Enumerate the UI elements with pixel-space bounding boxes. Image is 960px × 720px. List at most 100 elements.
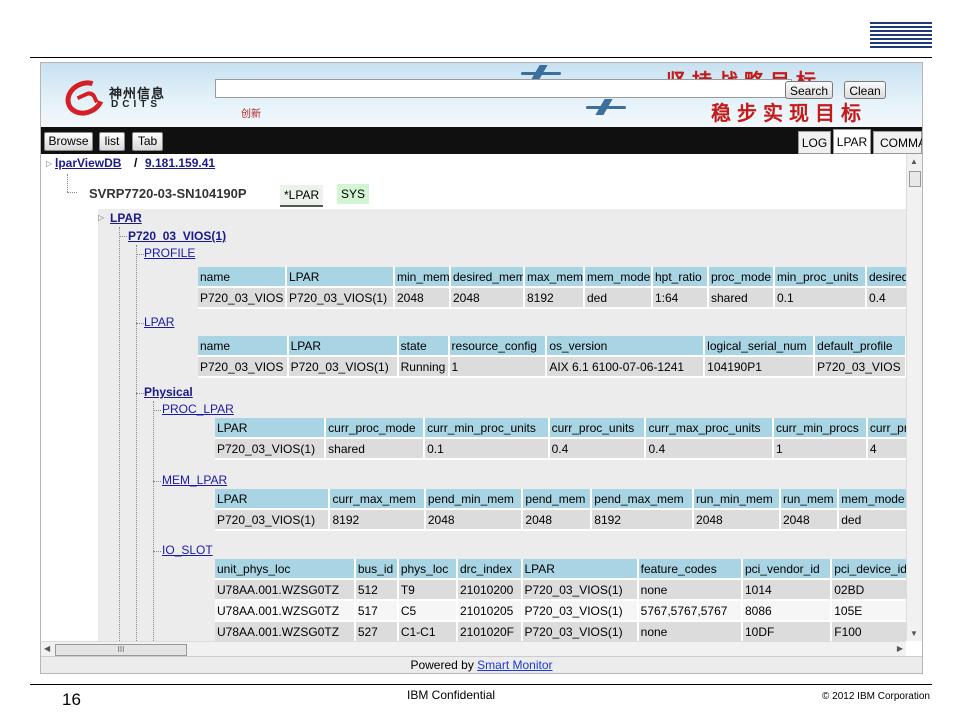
expand-triangle-icon[interactable]: ▷ — [46, 159, 52, 168]
table-row[interactable]: P720_03_VIOS P720_03_VIOS(1) Running 1 AIX 6… — [198, 356, 906, 378]
table-cell: P720_03_VIOS(1) — [521, 621, 639, 641]
column-header: bus_id — [354, 559, 399, 580]
table-cell: U78AA.001.WZSG0TZ — [215, 621, 356, 641]
expand-triangle-icon[interactable]: ▷ — [98, 213, 104, 222]
table-row[interactable]: P720_03_VIOS(1)shared0.10.40.4144 — [215, 438, 906, 460]
table-cell: T9 — [397, 579, 458, 601]
table-cell: ded — [584, 287, 653, 309]
table-cell: P720_03_VIOS(1) — [287, 356, 399, 378]
tab-sys[interactable]: SYS — [337, 184, 370, 204]
tree-line — [153, 481, 161, 482]
table-cell: P720_03_VIOS(1) — [215, 438, 327, 460]
table-cell: 0.1 — [424, 438, 550, 460]
table-cell: 517 — [354, 600, 399, 622]
table-cell: U78AA.001.WZSG0TZ — [215, 579, 356, 601]
tab-lpar[interactable]: LPAR — [833, 129, 871, 154]
table-cell: 2048 — [522, 509, 593, 531]
table-cell: F100 — [831, 621, 906, 641]
resize-grip[interactable]: ..... — [481, 668, 491, 673]
table-row[interactable]: P720_03_VIOS(1) 8192 2048 2048 8192 2048 2048 d… — [215, 509, 906, 531]
brand-en: DCITS — [111, 99, 161, 110]
table-cell: P720_03_VIOS(1) — [521, 600, 639, 622]
column-header: name — [198, 267, 287, 288]
table-row[interactable]: U78AA.001.WZSG0TZ 527 C1-C1 2101020F P720_03… — [215, 621, 906, 641]
table-cell: none — [637, 621, 743, 641]
scroll-right-icon[interactable]: ▶ — [897, 644, 903, 653]
profile-table: name LPAR min_mem desired_mem max_mem mem_mod… — [198, 267, 906, 309]
tab-star-lpar[interactable]: *LPAR — [280, 185, 324, 207]
table-cell: U78AA.001.WZSG0TZ — [215, 600, 356, 622]
proc-lpar-node[interactable]: PROC_LPAR — [162, 402, 234, 416]
column-header: mem_mode — [838, 489, 906, 510]
table-cell: ded — [838, 509, 906, 531]
column-header: desired_proc — [866, 267, 906, 288]
column-header: curr_min_procs — [773, 418, 868, 439]
table-cell: 527 — [354, 621, 399, 641]
tab-command[interactable]: COMMA — [873, 131, 922, 154]
table-cell: P720_03_VIOS — [814, 356, 906, 378]
column-header: min_mem — [394, 267, 451, 288]
root-link[interactable]: lparViewDB — [55, 156, 121, 170]
table-cell: 0.1 — [774, 287, 867, 309]
tree-line — [136, 393, 144, 394]
ip-link[interactable]: 9.181.159.41 — [145, 156, 215, 170]
toolbar: Browse list Tab LOG LPAR COMMA — [41, 127, 922, 154]
physical-node[interactable]: Physical — [144, 385, 193, 399]
tab-log[interactable]: LOG — [798, 131, 831, 154]
scroll-down-icon[interactable]: ▼ — [910, 629, 918, 638]
column-header: pend_min_mem — [424, 489, 524, 510]
powered-by-label: Powered by — [410, 658, 474, 672]
column-header: drc_index — [456, 559, 523, 580]
mem-lpar-node[interactable]: MEM_LPAR — [162, 473, 227, 487]
dcits-logo: 神州信息 DCITS — [59, 74, 173, 122]
column-header: pend_max_mem — [591, 489, 695, 510]
table-cell: shared — [325, 438, 426, 460]
ibm-logo: IBM — [870, 22, 932, 50]
proc-lpar-table: LPAR curr_proc_mode curr_min_proc_units cur… — [215, 418, 906, 460]
copyright: © 2012 IBM Corporation — [822, 691, 930, 702]
vertical-scrollbar[interactable]: ▲ ▼ — [906, 154, 922, 641]
column-header: mem_mode — [584, 267, 653, 288]
table-cell: 21010205 — [456, 600, 523, 622]
search-button[interactable]: Search — [785, 81, 833, 99]
scroll-up-icon[interactable]: ▲ — [910, 157, 918, 166]
column-header: curr_max_proc_units — [645, 418, 774, 439]
profile-node[interactable]: PROFILE — [144, 246, 195, 260]
column-header: phys_loc — [397, 559, 458, 580]
table-cell: 2048 — [779, 509, 840, 531]
column-header: LPAR — [286, 267, 395, 288]
column-header: os_version — [546, 336, 706, 357]
table-cell: AIX 6.1 6100-07-06-1241 — [546, 356, 706, 378]
table-cell: 5767,5767,5767 — [637, 600, 743, 622]
table-cell: 2048 — [424, 509, 524, 531]
scroll-left-icon[interactable]: ◀ — [44, 644, 50, 653]
horizontal-scrollbar[interactable]: ◀ III ▶ — [41, 641, 906, 657]
browse-button[interactable]: Browse — [44, 132, 93, 151]
table-cell: 2101020F — [456, 621, 523, 641]
tree-line — [153, 551, 161, 552]
column-header: curr_min_proc_units — [424, 418, 550, 439]
table-cell: Running — [397, 356, 450, 378]
clean-button[interactable]: Clean — [844, 81, 886, 99]
table-cell: 512 — [354, 579, 399, 601]
lpar-node[interactable]: LPAR — [110, 211, 142, 225]
h-scroll-thumb[interactable]: III — [55, 644, 187, 656]
tree-view: ▷ lparViewDB / 9.181.159.41 SVRP7720-03-… — [41, 154, 906, 641]
io-slot-node[interactable]: IO_SLOT — [162, 543, 213, 557]
lpar-sub-node[interactable]: LPAR — [144, 315, 174, 329]
table-cell: 2048 — [693, 509, 781, 531]
table-cell: 0.4 — [645, 438, 774, 460]
list-button[interactable]: list — [99, 132, 125, 151]
tab-button[interactable]: Tab — [132, 132, 163, 151]
table-row[interactable]: P720_03_VIOS P720_03_VIOS(1) 2048 2048 8192 d… — [198, 287, 906, 309]
dcits-mark-icon — [59, 74, 111, 122]
tree-line — [153, 401, 154, 641]
table-row[interactable]: U78AA.001.WZSG0TZ 517 C5 21010205 P720_03_VI… — [215, 600, 906, 622]
table-cell: 21010200 — [456, 579, 523, 601]
lpar-table: name LPAR state resource_config os_version lo… — [198, 336, 906, 378]
search-input[interactable] — [215, 79, 792, 98]
vios-node[interactable]: P720_03_VIOS(1) — [128, 229, 226, 243]
scroll-thumb[interactable] — [909, 171, 921, 187]
table-row[interactable]: U78AA.001.WZSG0TZ 512 T9 21010200 P720_03_VI… — [215, 579, 906, 601]
browser-window: 神州信息 DCITS 创新 坚持战略目标 稳步实现目标 Search Clean… — [40, 62, 923, 674]
